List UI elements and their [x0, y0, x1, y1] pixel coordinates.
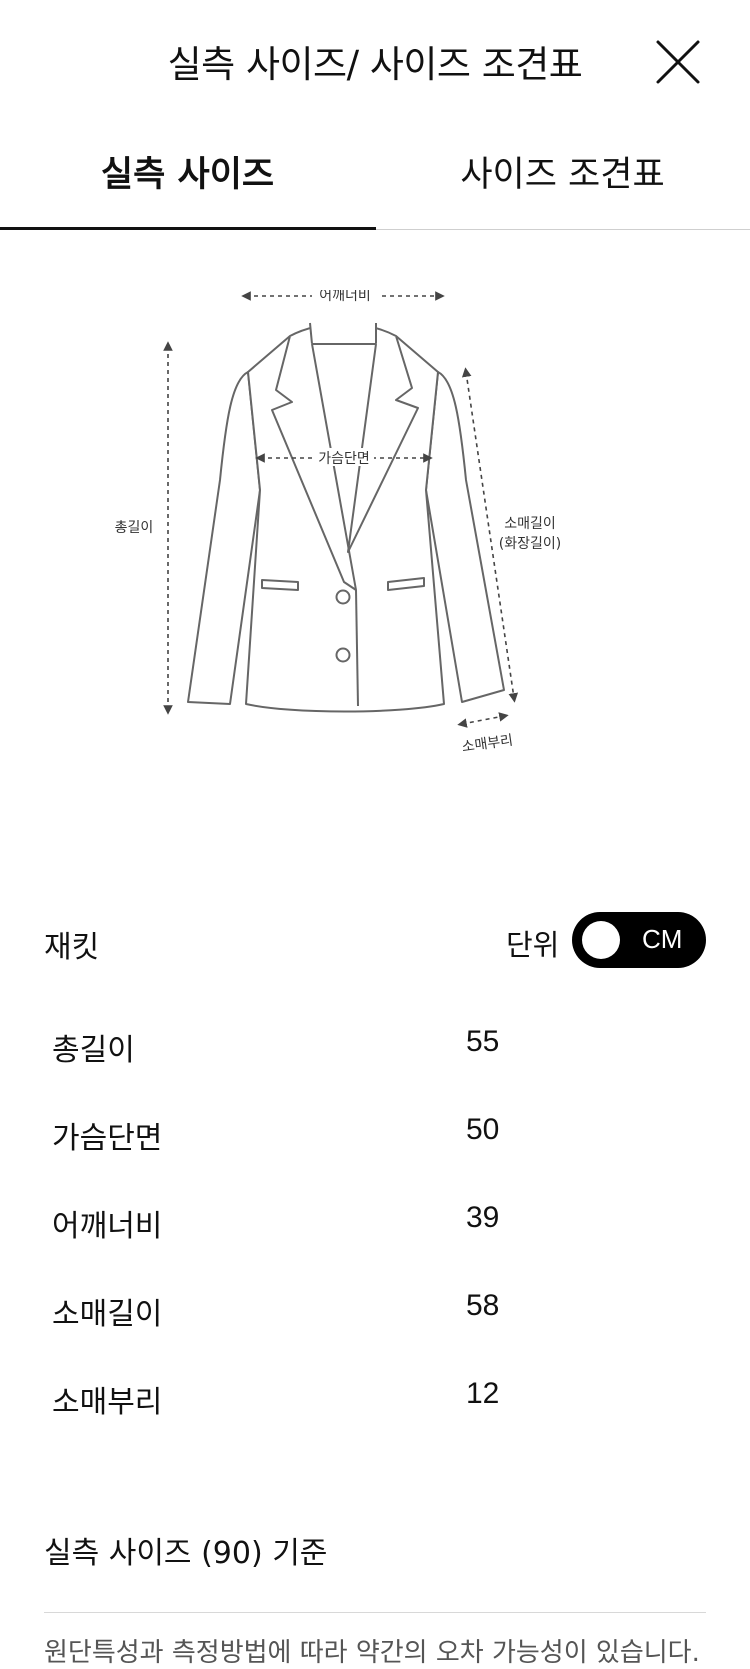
measurement-value: 50: [466, 1113, 500, 1146]
sleeve-alt-label: (화장길이): [499, 536, 561, 552]
header: 실측 사이즈/ 사이즈 조견표: [0, 0, 750, 120]
unit-value: CM: [642, 924, 683, 954]
garment-name: 재킷: [44, 930, 100, 965]
toggle-knob: [582, 921, 620, 959]
length-label: 총길이: [115, 520, 154, 536]
close-button[interactable]: [652, 36, 704, 88]
measurement-label: 소매길이: [52, 1297, 163, 1332]
button-upper: [335, 589, 351, 605]
table-row: 가슴단면 50: [0, 1093, 750, 1181]
cuff-label: 소매부리: [461, 733, 514, 756]
tab-bar: 실측 사이즈 사이즈 조견표: [0, 130, 750, 230]
tab-measured-size[interactable]: 실측 사이즈: [0, 130, 375, 230]
disclaimer-note: 원단특성과 측정방법에 따라 약간의 오차 가능성이 있습니다.: [44, 1638, 700, 1668]
measurement-label: 어깨너비: [52, 1209, 163, 1244]
jacket-measurement-diagram: 어깨너비 가슴단면 총길이 소매길이 (화장길이) 소매부리: [100, 290, 620, 810]
shoulder-label: 어깨너비: [319, 290, 371, 304]
measurement-value: 58: [466, 1289, 500, 1322]
sleeve-label: 소매길이: [504, 516, 556, 532]
page-title: 실측 사이즈/ 사이즈 조견표: [167, 43, 583, 86]
table-row: 어깨너비 39: [0, 1181, 750, 1269]
measurement-value: 55: [466, 1025, 500, 1058]
divider: [44, 1612, 706, 1613]
cuff-arrow: [457, 712, 509, 728]
close-icon: [656, 40, 700, 84]
table-row: 소매길이 58: [0, 1269, 750, 1357]
measurement-label: 총길이: [52, 1033, 135, 1068]
measurement-value: 39: [466, 1201, 500, 1234]
tab-size-chart[interactable]: 사이즈 조견표: [375, 130, 750, 230]
measurement-label: 소매부리: [52, 1385, 163, 1420]
table-row: 총길이 55: [0, 1005, 750, 1093]
measurement-value: 12: [466, 1377, 500, 1410]
size-basis-text: 실측 사이즈 (90) 기준: [44, 1536, 328, 1571]
unit-toggle[interactable]: CM: [572, 912, 706, 968]
measurement-table: 총길이 55 가슴단면 50 어깨너비 39 소매길이 58 소매부리 12: [0, 1005, 750, 1445]
active-tab-indicator: [0, 227, 376, 230]
button-lower: [335, 647, 351, 663]
chest-label: 가슴단면: [318, 451, 370, 467]
table-row: 소매부리 12: [0, 1357, 750, 1445]
unit-row: 재킷 단위 CM: [0, 912, 750, 972]
jacket-diagram-svg: 어깨너비 가슴단면 총길이 소매길이 (화장길이) 소매부리: [115, 290, 561, 756]
measurement-label: 가슴단면: [52, 1121, 163, 1156]
unit-label: 단위: [506, 928, 560, 962]
